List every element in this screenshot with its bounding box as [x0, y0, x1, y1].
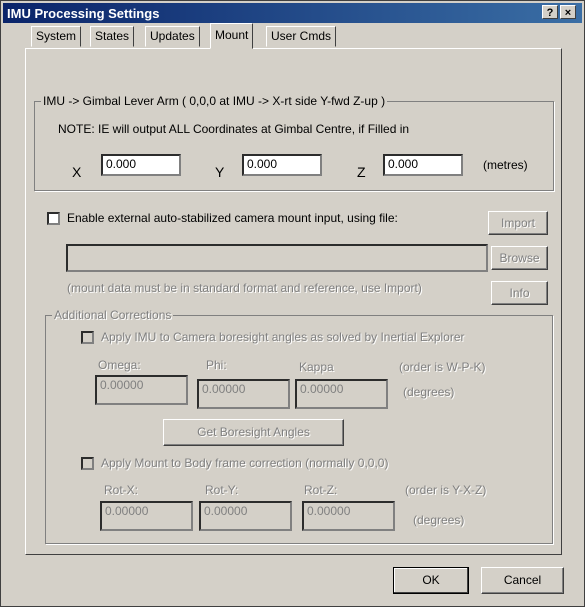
dialog-window: IMU Processing Settings ? × System State…	[0, 0, 585, 607]
tab-user-cmds[interactable]: User Cmds	[266, 26, 337, 47]
rotz-label: Rot-Z:	[304, 483, 338, 497]
tab-system[interactable]: System	[31, 26, 82, 47]
tab-mount[interactable]: Mount	[210, 23, 254, 49]
apply-boresight-checkbox[interactable]	[81, 331, 94, 344]
mount-data-note: (mount data must be in standard format a…	[67, 281, 422, 295]
metres-label: (metres)	[483, 158, 528, 172]
apply-boresight-label[interactable]: Apply IMU to Camera boresight angles as …	[101, 330, 465, 344]
boresight-order-label: (order is W-P-K)	[399, 360, 486, 374]
kappa-label: Kappa	[299, 360, 334, 374]
additional-corrections-label: Additional Corrections	[52, 308, 174, 322]
x-label: X	[72, 164, 82, 180]
tab-updates[interactable]: Updates	[145, 26, 200, 47]
ok-button[interactable]: OK	[393, 567, 469, 594]
browse-button[interactable]: Browse	[491, 246, 548, 270]
apply-mount-correction-label[interactable]: Apply Mount to Body frame correction (no…	[101, 456, 388, 470]
lever-z-input[interactable]: 0.000	[383, 154, 463, 176]
enable-external-mount-label[interactable]: Enable external auto-stabilized camera m…	[67, 211, 398, 225]
rotx-label: Rot-X:	[104, 483, 139, 497]
rotx-input[interactable]: 0.00000	[100, 501, 193, 531]
rotation-degrees-label: (degrees)	[413, 513, 465, 527]
rotation-order-label: (order is Y-X-Z)	[405, 483, 487, 497]
roty-input[interactable]: 0.00000	[199, 501, 292, 531]
apply-mount-correction-checkbox[interactable]	[81, 457, 94, 470]
lever-x-input[interactable]: 0.000	[101, 154, 181, 176]
import-button[interactable]: Import	[488, 211, 548, 235]
info-button[interactable]: Info	[491, 281, 548, 305]
tab-states[interactable]: States	[90, 26, 135, 47]
mount-file-input[interactable]	[66, 244, 488, 272]
enable-external-mount-checkbox[interactable]	[47, 212, 60, 225]
close-button[interactable]: ×	[560, 5, 576, 19]
phi-input[interactable]: 0.00000	[197, 379, 290, 409]
lever-y-input[interactable]: 0.000	[242, 154, 322, 176]
cancel-button[interactable]: Cancel	[481, 567, 564, 594]
phi-label: Phi:	[206, 358, 227, 372]
gimbal-note: NOTE: IE will output ALL Coordinates at …	[58, 122, 410, 136]
omega-label: Omega:	[98, 358, 141, 372]
omega-input[interactable]: 0.00000	[95, 375, 188, 405]
title-bar: IMU Processing Settings ? ×	[3, 3, 582, 23]
kappa-input[interactable]: 0.00000	[295, 379, 388, 409]
get-boresight-angles-button[interactable]: Get Boresight Angles	[163, 419, 344, 446]
help-button[interactable]: ?	[542, 5, 558, 19]
lever-arm-group: IMU -> Gimbal Lever Arm ( 0,0,0 at IMU -…	[34, 94, 554, 191]
z-label: Z	[357, 164, 366, 180]
rotz-input[interactable]: 0.00000	[302, 501, 395, 531]
boresight-degrees-label: (degrees)	[403, 385, 455, 399]
lever-arm-group-label: IMU -> Gimbal Lever Arm ( 0,0,0 at IMU -…	[41, 94, 388, 108]
roty-label: Rot-Y:	[205, 483, 239, 497]
y-label: Y	[215, 164, 225, 180]
window-title: IMU Processing Settings	[7, 6, 160, 21]
